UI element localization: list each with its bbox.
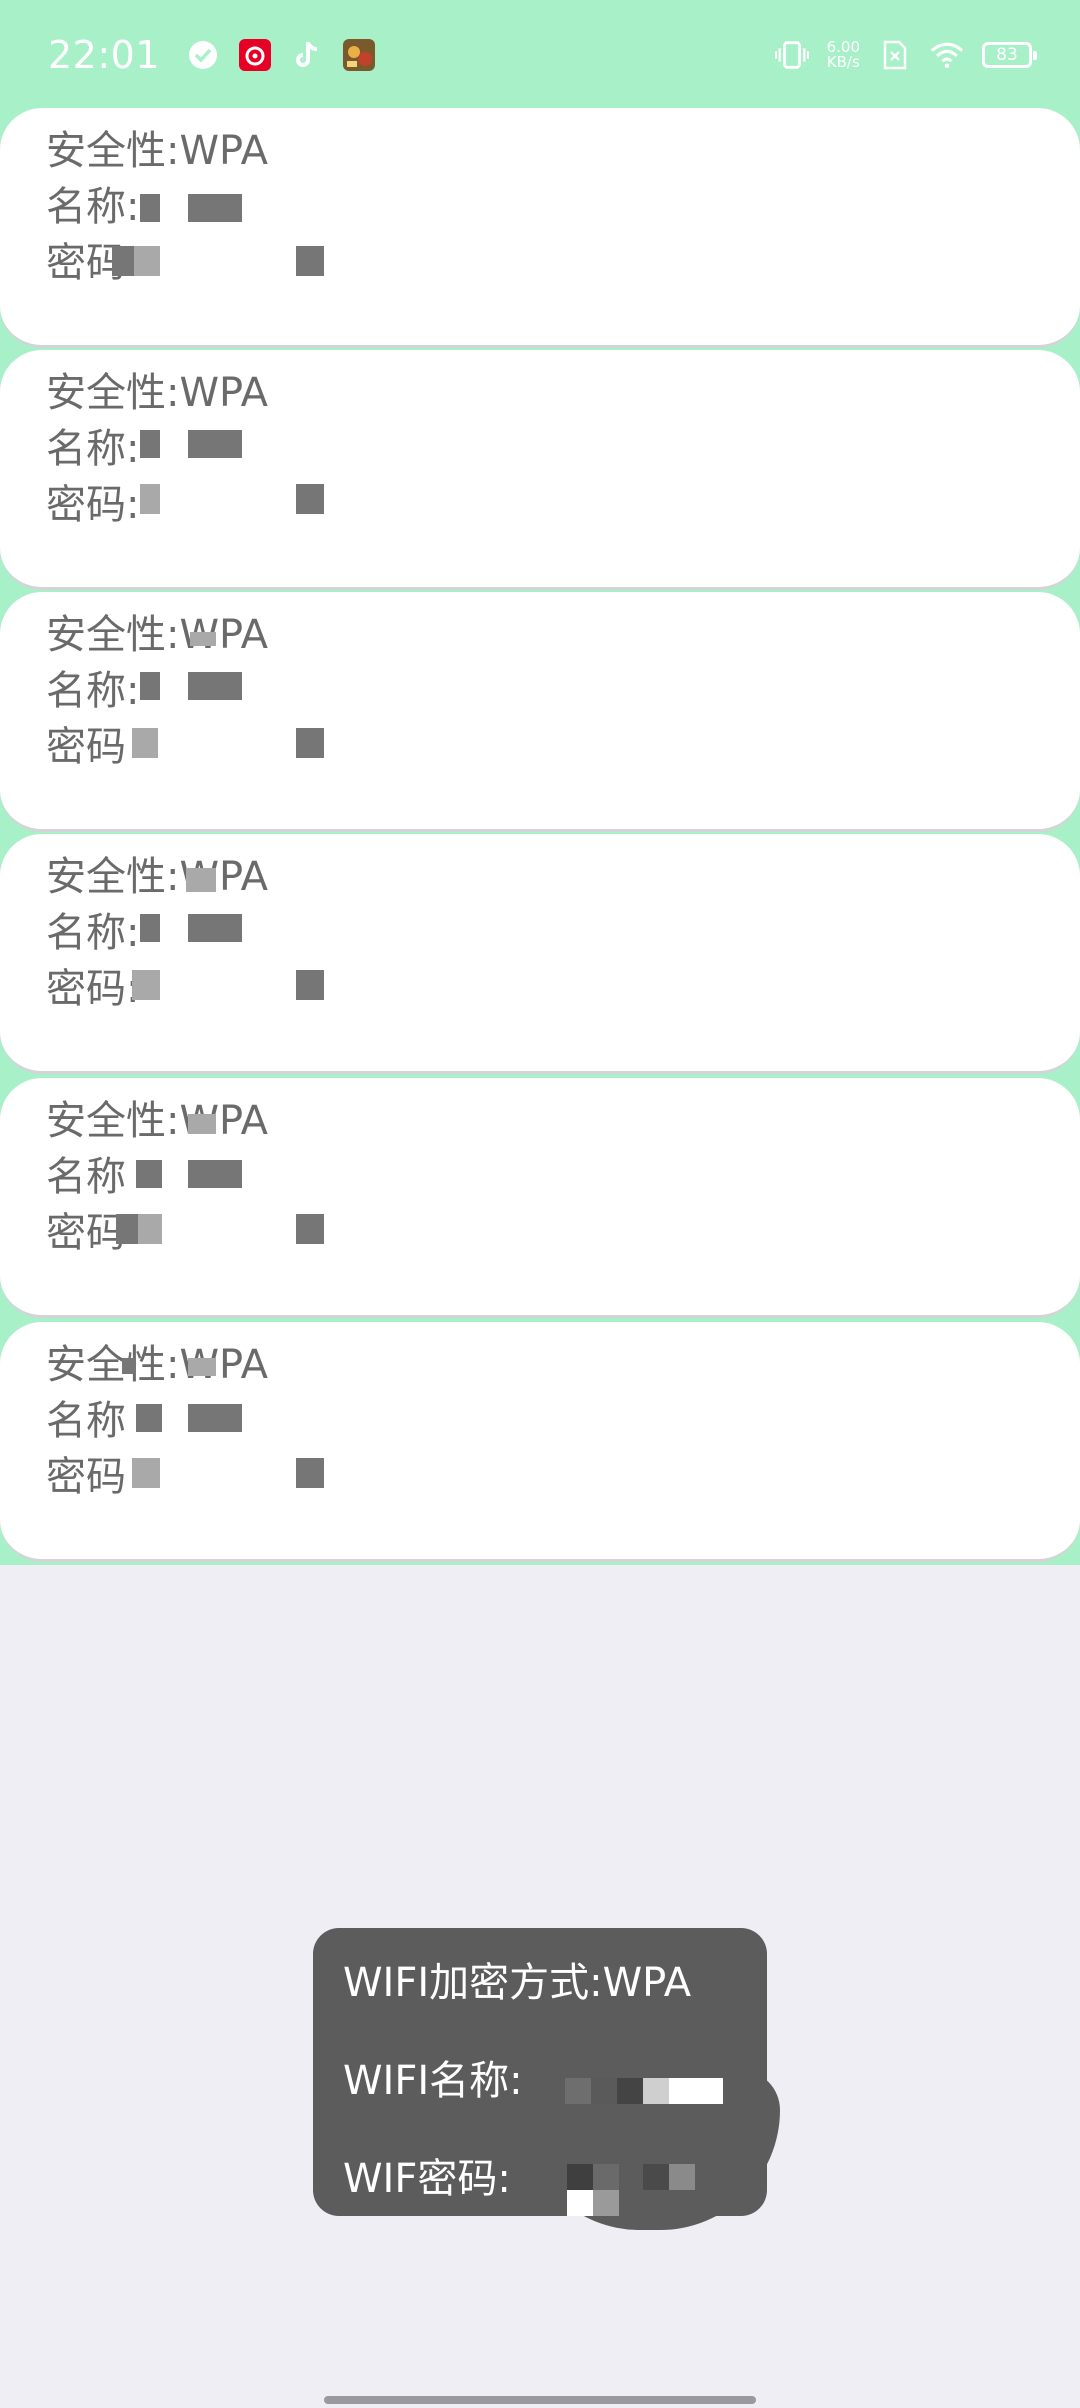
toast-password-text: WIF密码:: [343, 2156, 511, 2202]
notification-icons: [186, 38, 376, 72]
wifi-password-text: 密码: [46, 1454, 126, 1500]
redaction-mask: [136, 1404, 162, 1432]
redaction-mask: [565, 2078, 591, 2104]
redaction-mask: [132, 970, 160, 1000]
security-text: 安全性:WPA: [46, 370, 268, 416]
netease-music-icon: [238, 38, 272, 72]
screen: 22:01 6.00 KB/s 83 安全性:WPA 名称: 密码 安全性:WP…: [0, 0, 1080, 2408]
vibrate-icon: [774, 38, 809, 72]
redaction-mask: [296, 728, 324, 758]
redaction-mask: [188, 672, 242, 700]
redaction-mask: [593, 2164, 619, 2190]
check-circle-icon: [186, 38, 220, 72]
status-bar: 22:01 6.00 KB/s 83: [0, 0, 1080, 110]
redaction-mask: [186, 868, 216, 892]
toast-encryption-text: WIFI加密方式:WPA: [343, 1960, 692, 2006]
net-speed-unit: KB/s: [826, 53, 860, 71]
redaction-mask: [116, 1214, 138, 1244]
redaction-mask: [296, 1458, 324, 1488]
redaction-mask: [122, 1358, 136, 1374]
redaction-mask: [567, 2190, 593, 2216]
redaction-mask: [140, 430, 160, 458]
wifi-icon: [930, 38, 964, 72]
wifi-list-item[interactable]: 安全性:WPA 名称: 密码: [0, 108, 1080, 348]
redaction-mask: [140, 484, 160, 514]
wifi-password-text: 密码:: [46, 482, 140, 528]
wifi-name-text: 名称: [46, 1154, 126, 1200]
wifi-password-text: 密码:: [46, 966, 140, 1012]
redaction-mask: [140, 194, 160, 222]
redaction-mask: [136, 1160, 162, 1188]
redaction-mask: [188, 914, 242, 942]
sim-off-icon: [878, 38, 912, 72]
status-time: 22:01: [48, 33, 161, 77]
redaction-mask: [188, 1358, 216, 1376]
wifi-list-item[interactable]: 安全性:WPA 名称: 密码:: [0, 350, 1080, 590]
wifi-password-text: 密码: [46, 724, 126, 770]
net-speed: 6.00 KB/s: [827, 40, 860, 70]
redaction-mask: [669, 2164, 695, 2190]
redaction-mask: [669, 2078, 723, 2104]
redaction-mask: [140, 914, 160, 942]
security-text: 安全性:WPA: [46, 854, 268, 900]
redaction-mask: [112, 246, 134, 276]
redaction-mask: [643, 2078, 669, 2104]
redaction-mask: [296, 246, 324, 276]
battery-icon: 83: [982, 42, 1037, 68]
redaction-mask: [591, 2078, 617, 2104]
security-text: 安全性:WPA: [46, 1342, 268, 1388]
wifi-info-toast: WIFI加密方式:WPA WIFI名称: WIF密码:: [313, 1928, 767, 2216]
redaction-mask: [190, 632, 216, 646]
wifi-name-text: 名称:: [46, 910, 140, 956]
redaction-mask: [140, 672, 160, 700]
redaction-mask: [134, 246, 160, 276]
redaction-mask: [617, 2078, 643, 2104]
wifi-list-item[interactable]: 安全性:WPA 名称 密码: [0, 1322, 1080, 1562]
wifi-name-text: 名称:: [46, 184, 140, 230]
redaction-mask: [593, 2190, 619, 2216]
redaction-mask: [296, 1214, 324, 1244]
gesture-navigation-bar[interactable]: [324, 2396, 756, 2404]
redaction-mask: [296, 970, 324, 1000]
redaction-mask: [188, 194, 242, 222]
game-avatar-icon: [342, 38, 376, 72]
redaction-mask: [188, 1404, 242, 1432]
redaction-mask: [138, 1214, 162, 1244]
redaction-mask: [132, 728, 158, 758]
redaction-mask: [132, 1458, 160, 1488]
security-text: 安全性:WPA: [46, 128, 268, 174]
wifi-list-item[interactable]: 安全性:WPA 名称: 密码:: [0, 834, 1080, 1074]
redaction-mask: [188, 1114, 216, 1134]
security-text: 安全性:WPA: [46, 612, 268, 658]
wifi-list-item[interactable]: 安全性:WPA 名称 密码: [0, 1078, 1080, 1318]
tiktok-icon: [290, 38, 324, 72]
toast-name-text: WIFI名称:: [343, 2058, 523, 2104]
redaction-mask: [567, 2164, 593, 2190]
wifi-list-item[interactable]: 安全性:WPA 名称: 密码: [0, 592, 1080, 832]
wifi-name-text: 名称:: [46, 426, 140, 472]
redaction-mask: [188, 430, 242, 458]
wifi-name-text: 名称:: [46, 668, 140, 714]
security-text: 安全性:WPA: [46, 1098, 268, 1144]
redaction-mask: [643, 2164, 669, 2190]
wifi-password-text: 密码: [46, 1210, 126, 1256]
wifi-name-text: 名称: [46, 1398, 126, 1444]
redaction-mask: [296, 484, 324, 514]
system-icons: 6.00 KB/s 83: [774, 38, 1037, 72]
redaction-mask: [188, 1160, 242, 1188]
